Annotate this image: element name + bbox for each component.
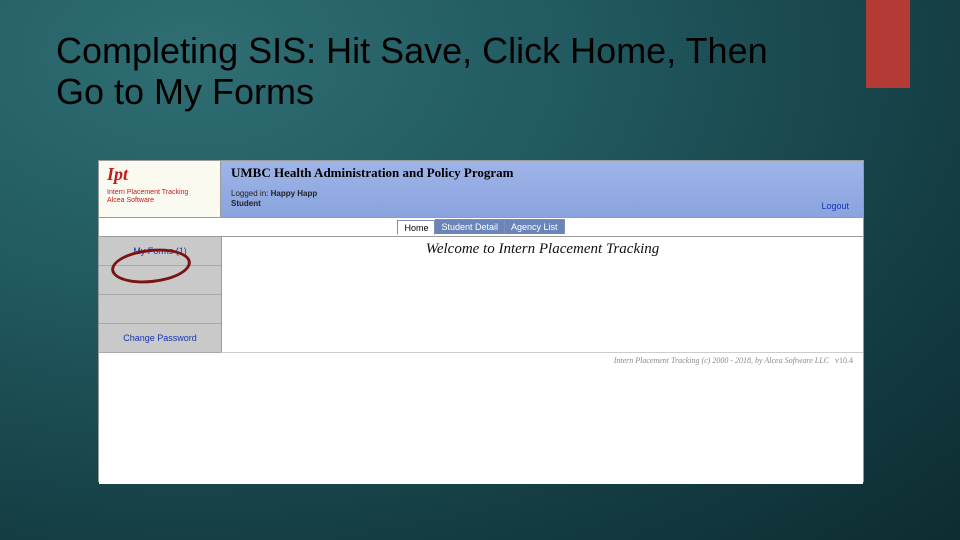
logo-text: Ipt <box>107 165 212 183</box>
logo-subtitle-1: Intern Placement Tracking <box>107 189 212 196</box>
app-header: Ipt Intern Placement Tracking Alcea Soft… <box>99 161 863 218</box>
app-screenshot: Ipt Intern Placement Tracking Alcea Soft… <box>98 160 864 482</box>
tab-home[interactable]: Home <box>397 220 435 235</box>
tab-bar: Home Student Detail Agency List <box>99 218 863 237</box>
logo-subtitle-2: Alcea Software <box>107 197 212 204</box>
sidebar-spacer: . <box>99 266 221 295</box>
logout-link[interactable]: Logout <box>821 201 849 211</box>
logo-box: Ipt Intern Placement Tracking Alcea Soft… <box>99 161 221 217</box>
sidebar: My Forms (1) . . Change Password <box>99 237 222 352</box>
sidebar-my-forms[interactable]: My Forms (1) <box>99 237 221 266</box>
sidebar-spacer: . <box>99 295 221 324</box>
sidebar-change-password[interactable]: Change Password <box>99 324 221 353</box>
accent-bar <box>866 0 910 88</box>
footer-version: v10.4 <box>835 356 853 365</box>
welcome-heading: Welcome to Intern Placement Tracking <box>222 241 863 258</box>
tab-student-detail[interactable]: Student Detail <box>435 219 505 234</box>
app-footer: Intern Placement Tracking (c) 2000 - 201… <box>99 352 863 367</box>
tab-agency-list[interactable]: Agency List <box>505 219 565 234</box>
logged-in-name: Happy Happ <box>271 189 318 198</box>
main-panel: Welcome to Intern Placement Tracking <box>222 237 863 352</box>
header-banner: UMBC Health Administration and Policy Pr… <box>221 161 863 217</box>
logged-in-line: Logged in: Happy Happ <box>231 189 853 198</box>
user-role: Student <box>231 199 853 208</box>
slide-title: Completing SIS: Hit Save, Click Home, Th… <box>56 30 816 113</box>
footer-copyright: Intern Placement Tracking (c) 2000 - 201… <box>614 356 829 365</box>
logged-in-label: Logged in: <box>231 189 268 198</box>
blank-area <box>99 367 863 484</box>
program-title: UMBC Health Administration and Policy Pr… <box>231 165 853 181</box>
app-body: My Forms (1) . . Change Password Welcome… <box>99 237 863 352</box>
